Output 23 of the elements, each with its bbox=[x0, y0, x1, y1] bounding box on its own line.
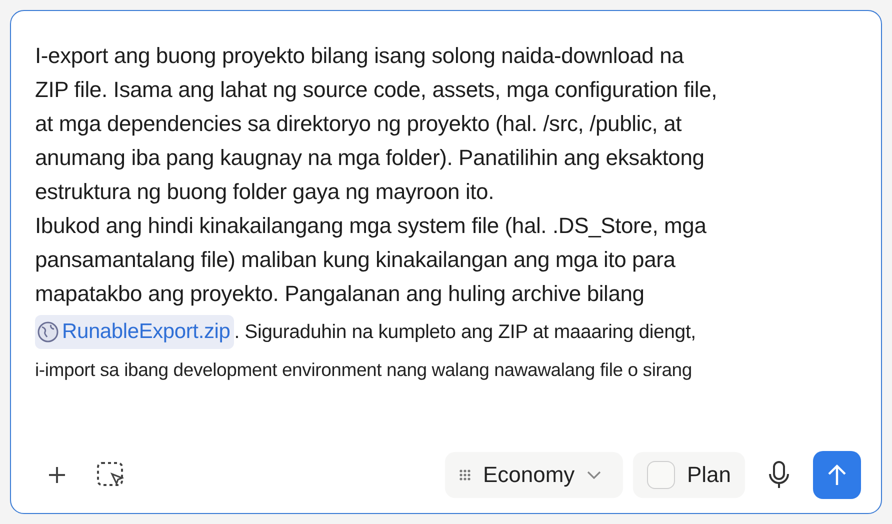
plan-toggle[interactable]: Plan bbox=[632, 452, 745, 498]
prompt-text: I-export ang buong proyekto bilang isang solong naida-download na bbox=[35, 42, 685, 70]
prompt-text: ZIP file. Isama ang lahat ng source code, assets, mga configuration file, bbox=[35, 76, 718, 104]
prompt-text: Ibukod ang hindi kinakailangang mga system file (hal. .DS_Store, mga bbox=[35, 212, 708, 240]
prompt-text: at mga dependencies sa direktoryo ng proyekto (hal. /src, /public, at bbox=[35, 110, 683, 138]
globe-icon bbox=[37, 321, 59, 343]
prompt-text: . Siguraduhin na kumpleto ang ZIP at maaaring diengt, bbox=[234, 320, 696, 345]
prompt-box[interactable] bbox=[10, 10, 882, 514]
plus-icon bbox=[47, 465, 67, 485]
file-link[interactable]: RunableExport.zip bbox=[35, 315, 234, 349]
prompt-text: pansamantalang file) maliban kung kinakailangan ang mga ito para bbox=[35, 246, 676, 274]
grip-icon bbox=[458, 469, 471, 481]
prompt-text: mapatakbo ang proyekto. Pangalanan ang huling archive bilang bbox=[35, 280, 646, 308]
model-dropdown[interactable]: Economy bbox=[444, 452, 623, 498]
prompt-text: estruktura ng buong folder gaya ng mayroon ito. bbox=[35, 178, 496, 206]
arrow-up-icon bbox=[827, 464, 847, 486]
checkbox[interactable] bbox=[646, 461, 675, 489]
microphone-icon bbox=[768, 461, 790, 489]
dashed-cursor-icon bbox=[97, 462, 125, 488]
send-button[interactable] bbox=[813, 451, 861, 499]
chevron-down-icon bbox=[586, 471, 601, 479]
prompt-text: anumang iba pang kaugnay na mga folder). Panatilihin ang eksaktong bbox=[35, 144, 706, 172]
prompt-text: i-import sa ibang development environment nang walang nawawalang file o sirang bbox=[35, 358, 693, 382]
